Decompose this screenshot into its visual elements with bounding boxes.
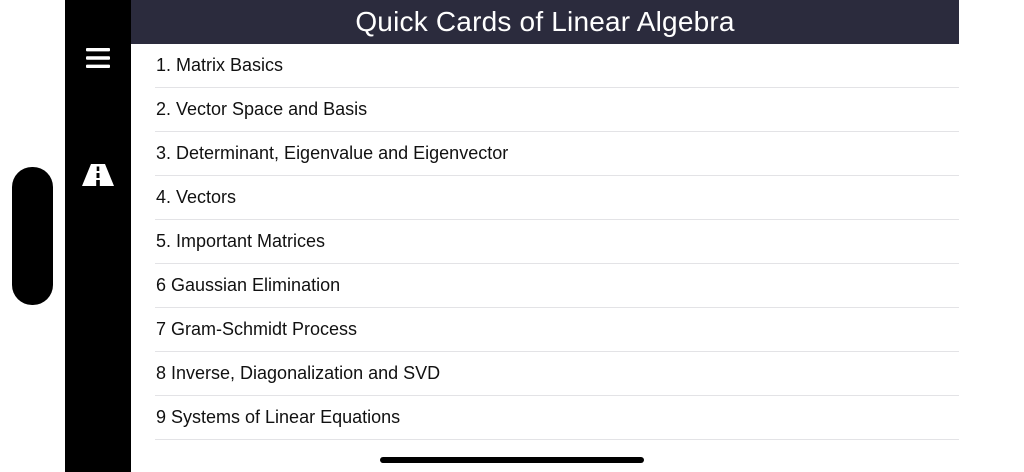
list-item-gaussian-elimination[interactable]: 6 Gaussian Elimination	[155, 264, 959, 308]
hamburger-menu-icon	[86, 47, 110, 74]
camera-notch	[12, 167, 53, 305]
list-item-determinant[interactable]: 3. Determinant, Eigenvalue and Eigenvect…	[155, 132, 959, 176]
page-title: Quick Cards of Linear Algebra	[355, 6, 735, 37]
list-item-label: 1. Matrix Basics	[156, 55, 284, 75]
app-screen: Quick Cards of Linear Algebra 1. Matrix …	[0, 0, 1024, 472]
list-item-vector-space[interactable]: 2. Vector Space and Basis	[155, 88, 959, 132]
list-item-gram-schmidt[interactable]: 7 Gram-Schmidt Process	[155, 308, 959, 352]
home-indicator[interactable]	[380, 457, 644, 463]
menu-button[interactable]	[65, 38, 131, 82]
list-item-label: 5. Important Matrices	[156, 231, 326, 251]
list-item-important-matrices[interactable]: 5. Important Matrices	[155, 220, 959, 264]
list-item-inverse-svd[interactable]: 8 Inverse, Diagonalization and SVD	[155, 352, 959, 396]
list-item-label: 8 Inverse, Diagonalization and SVD	[156, 363, 441, 383]
topic-list: 1. Matrix Basics 2. Vector Space and Bas…	[155, 44, 959, 440]
list-item-label: 6 Gaussian Elimination	[156, 275, 341, 295]
list-item-label: 7 Gram-Schmidt Process	[156, 319, 358, 339]
list-item-label: 3. Determinant, Eigenvalue and Eigenvect…	[156, 143, 509, 163]
list-item-label: 2. Vector Space and Basis	[156, 99, 368, 119]
list-item-matrix-basics[interactable]: 1. Matrix Basics	[155, 44, 959, 88]
title-bar: Quick Cards of Linear Algebra	[131, 0, 959, 44]
road-icon	[82, 163, 114, 191]
list-item-label: 4. Vectors	[156, 187, 237, 207]
list-item-vectors[interactable]: 4. Vectors	[155, 176, 959, 220]
road-button[interactable]	[65, 155, 131, 199]
side-rail	[65, 0, 131, 472]
list-item-label: 9 Systems of Linear Equations	[156, 407, 401, 427]
list-item-linear-equations[interactable]: 9 Systems of Linear Equations	[155, 396, 959, 440]
